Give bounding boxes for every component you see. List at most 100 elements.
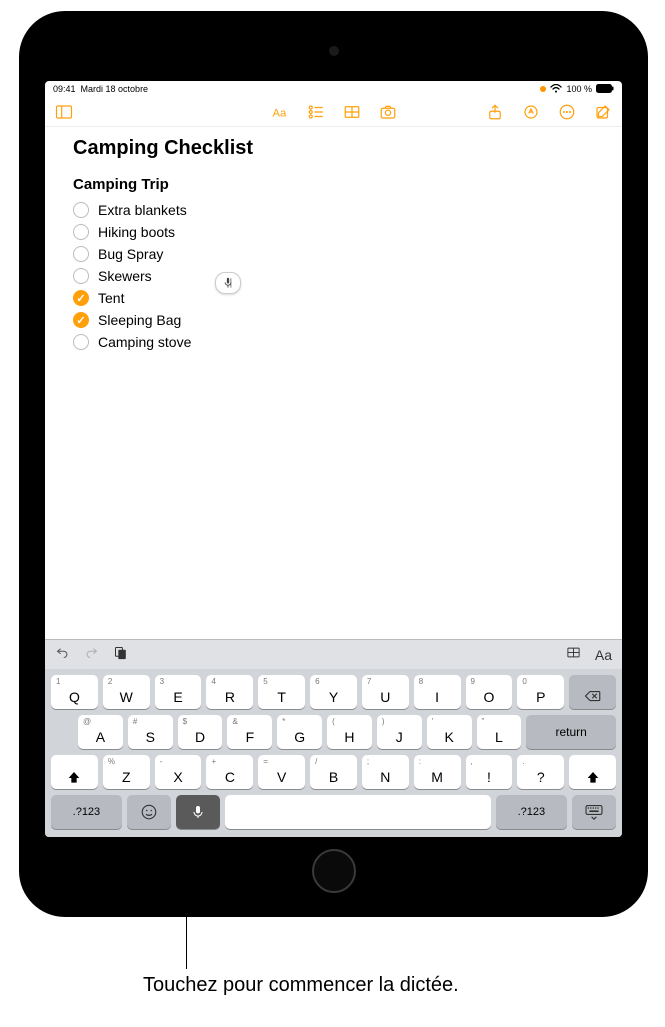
checklist-item[interactable]: Bug Spray [73, 243, 594, 265]
recording-indicator-dot [540, 86, 546, 92]
status-bar: 09:41 Mardi 18 octobre 100 % [45, 81, 622, 97]
keyboard-toolbar: Aa [45, 639, 622, 669]
callout-leader-line [186, 878, 187, 969]
key-w[interactable]: 2W [103, 675, 150, 709]
undo-icon[interactable] [55, 645, 70, 665]
space-key[interactable] [225, 795, 491, 829]
keyboard-row-3: %Z-X+C=V/B;N:M,!.? [51, 755, 616, 789]
front-camera [329, 46, 339, 56]
table-icon[interactable] [566, 645, 581, 665]
keyboard-row-2: @A#S$D&F*G(H)J'K"Lreturn [51, 715, 616, 749]
key-z[interactable]: %Z [103, 755, 150, 789]
checklist-circle-icon[interactable] [73, 246, 89, 262]
wifi-icon [550, 84, 562, 95]
key-s[interactable]: #S [128, 715, 173, 749]
keyboard: 1Q2W3E4R5T6Y7U8I9O0P @A#S$D&F*G(H)J'K"Lr… [45, 669, 622, 837]
checklist-item[interactable]: Tent [73, 287, 594, 309]
text-format-icon[interactable]: Aa [595, 647, 612, 663]
checklist-item[interactable]: Skewers [73, 265, 594, 287]
key-j[interactable]: )J [377, 715, 422, 749]
keyboard-row-4: .?123 .?123 [51, 795, 616, 829]
key-n[interactable]: ;N [362, 755, 409, 789]
return-key[interactable]: return [526, 715, 616, 749]
status-time: 09:41 [53, 84, 76, 94]
key-y[interactable]: 6Y [310, 675, 357, 709]
numbers-key[interactable]: .?123 [51, 795, 122, 829]
checklist-item[interactable]: Extra blankets [73, 199, 594, 221]
checklist-item-label[interactable]: Extra blankets [98, 202, 187, 218]
notes-toolbar: • • • Aa [45, 97, 622, 127]
shift-key[interactable] [51, 755, 98, 789]
key-h[interactable]: (H [327, 715, 372, 749]
key-t[interactable]: 5T [258, 675, 305, 709]
sidebar-icon[interactable] [55, 103, 73, 121]
checklist-item[interactable]: Sleeping Bag [73, 309, 594, 331]
hide-keyboard-key[interactable] [572, 795, 616, 829]
key-m[interactable]: :M [414, 755, 461, 789]
keyboard-area: Aa 1Q2W3E4R5T6Y7U8I9O0P @A#S$D&F*G(H)J'K… [45, 639, 622, 837]
dictate-key[interactable] [176, 795, 220, 829]
note-subtitle[interactable]: Camping Trip [73, 176, 594, 193]
callout-text: Touchez pour commencer la dictée. [143, 974, 459, 997]
markup-icon[interactable] [522, 103, 540, 121]
battery-icon [596, 84, 614, 95]
key-d[interactable]: $D [178, 715, 223, 749]
checklist-circle-icon[interactable] [73, 290, 89, 306]
key-f[interactable]: &F [227, 715, 272, 749]
more-icon[interactable] [558, 103, 576, 121]
key-x[interactable]: -X [155, 755, 202, 789]
note-editor[interactable]: Camping Checklist Camping Trip Extra bla… [45, 127, 622, 639]
battery-percent: 100 % [566, 84, 592, 94]
checklist-icon[interactable] [307, 103, 325, 121]
svg-text:Aa: Aa [272, 107, 287, 119]
share-icon[interactable] [486, 103, 504, 121]
camera-icon[interactable] [379, 103, 397, 121]
table-icon[interactable] [343, 103, 361, 121]
redo-icon[interactable] [84, 645, 99, 665]
key-l[interactable]: "L [477, 715, 522, 749]
checklist-item-label[interactable]: Bug Spray [98, 246, 163, 262]
checklist-circle-icon[interactable] [73, 268, 89, 284]
key-?[interactable]: .? [517, 755, 564, 789]
checklist-circle-icon[interactable] [73, 312, 89, 328]
key-i[interactable]: 8I [414, 675, 461, 709]
key-g[interactable]: *G [277, 715, 322, 749]
checklist-item[interactable]: Hiking boots [73, 221, 594, 243]
home-button[interactable] [312, 849, 356, 893]
key-r[interactable]: 4R [206, 675, 253, 709]
key-v[interactable]: =V [258, 755, 305, 789]
status-date: Mardi 18 octobre [81, 84, 149, 94]
keyboard-row-1: 1Q2W3E4R5T6Y7U8I9O0P [51, 675, 616, 709]
checklist-item-label[interactable]: Sleeping Bag [98, 312, 181, 328]
ipad-device-frame: 09:41 Mardi 18 octobre 100 % • • • [19, 11, 648, 917]
dictation-cursor-icon[interactable] [215, 272, 241, 294]
screen: 09:41 Mardi 18 octobre 100 % • • • [45, 81, 622, 837]
checklist-item-label[interactable]: Skewers [98, 268, 152, 284]
key-q[interactable]: 1Q [51, 675, 98, 709]
emoji-key[interactable] [127, 795, 171, 829]
numbers-key[interactable]: .?123 [496, 795, 567, 829]
key-o[interactable]: 9O [466, 675, 513, 709]
key-c[interactable]: +C [206, 755, 253, 789]
key-![interactable]: ,! [466, 755, 513, 789]
checklist: Extra blankets Hiking boots Bug Spray Skewe… [73, 199, 594, 353]
text-format-icon[interactable]: Aa [271, 103, 289, 121]
key-u[interactable]: 7U [362, 675, 409, 709]
checklist-item-label[interactable]: Camping stove [98, 334, 191, 350]
scan-icon[interactable] [113, 645, 128, 665]
compose-icon[interactable] [594, 103, 612, 121]
note-title[interactable]: Camping Checklist [73, 137, 594, 160]
key-a[interactable]: @A [78, 715, 123, 749]
checklist-circle-icon[interactable] [73, 334, 89, 350]
checklist-circle-icon[interactable] [73, 224, 89, 240]
checklist-item[interactable]: Camping stove [73, 331, 594, 353]
checklist-item-label[interactable]: Hiking boots [98, 224, 175, 240]
shift-key[interactable] [569, 755, 616, 789]
checklist-circle-icon[interactable] [73, 202, 89, 218]
key-e[interactable]: 3E [155, 675, 202, 709]
key-b[interactable]: /B [310, 755, 357, 789]
key-p[interactable]: 0P [517, 675, 564, 709]
key-k[interactable]: 'K [427, 715, 472, 749]
delete-key[interactable] [569, 675, 616, 709]
checklist-item-label[interactable]: Tent [98, 290, 124, 306]
